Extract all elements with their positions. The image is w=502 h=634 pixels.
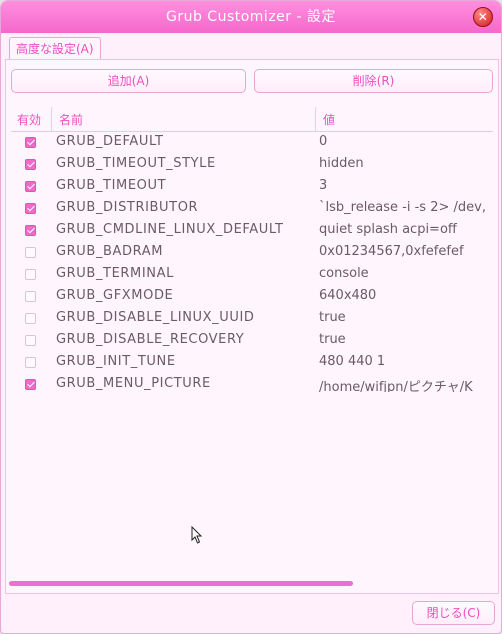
close-button[interactable]: 閉じる(C) — [412, 601, 495, 625]
setting-name: GRUB_DEFAULT — [56, 134, 164, 149]
setting-name: GRUB_DISABLE_RECOVERY — [56, 332, 245, 347]
table-row[interactable]: GRUB_GFXMODE 640x480 — [11, 286, 493, 308]
setting-name: GRUB_MENU_PICTURE — [56, 376, 211, 391]
table-row[interactable]: GRUB_INIT_TUNE 480 440 1 — [11, 352, 493, 374]
enabled-checkbox[interactable] — [25, 379, 36, 390]
table-row[interactable]: GRUB_TIMEOUT 3 — [11, 176, 493, 198]
enabled-checkbox[interactable] — [25, 357, 36, 368]
add-button[interactable]: 追加(A) — [11, 69, 246, 93]
window-title: Grub Customizer - 設定 — [165, 9, 336, 25]
column-header-name[interactable]: 名前 — [59, 111, 83, 128]
setting-name: GRUB_DISTRIBUTOR — [56, 200, 199, 215]
setting-name: GRUB_INIT_TUNE — [56, 354, 176, 369]
enabled-checkbox[interactable] — [25, 247, 36, 258]
title-bar[interactable]: Grub Customizer - 設定 ✕ — [1, 1, 501, 33]
setting-value[interactable]: /home/wifjpn/ピクチャ/K — [319, 376, 493, 392]
table-row[interactable]: GRUB_CMDLINE_LINUX_DEFAULT quiet splash … — [11, 220, 493, 242]
table-header: 有効 名前 値 — [11, 107, 493, 132]
enabled-checkbox[interactable] — [25, 225, 36, 236]
column-separator[interactable] — [51, 107, 52, 131]
table-row[interactable]: GRUB_DISABLE_LINUX_UUID true — [11, 308, 493, 330]
table-row[interactable]: GRUB_TIMEOUT_STYLE hidden — [11, 154, 493, 176]
horizontal-scrollbar[interactable] — [9, 581, 353, 586]
table-row[interactable]: GRUB_DEFAULT 0 — [11, 132, 493, 154]
settings-window: Grub Customizer - 設定 ✕ 高度な設定(A) 追加(A) 削除… — [0, 0, 502, 634]
tab-advanced-settings[interactable]: 高度な設定(A) — [9, 37, 101, 60]
setting-name: GRUB_TIMEOUT — [56, 178, 167, 193]
enabled-checkbox[interactable] — [25, 137, 36, 148]
setting-value[interactable]: quiet splash acpi=off — [319, 222, 493, 237]
enabled-checkbox[interactable] — [25, 203, 36, 214]
column-separator[interactable] — [315, 107, 316, 131]
enabled-checkbox[interactable] — [25, 335, 36, 346]
setting-name: GRUB_BADRAM — [56, 244, 164, 259]
setting-value[interactable]: 480 440 1 — [319, 354, 493, 369]
delete-button[interactable]: 削除(R) — [254, 69, 493, 93]
enabled-checkbox[interactable] — [25, 313, 36, 324]
table-row[interactable]: GRUB_DISTRIBUTOR `lsb_release -i -s 2> /… — [11, 198, 493, 220]
table-row[interactable]: GRUB_TERMINAL console — [11, 264, 493, 286]
enabled-checkbox[interactable] — [25, 269, 36, 280]
setting-value[interactable]: `lsb_release -i -s 2> /dev, — [319, 200, 493, 215]
setting-name: GRUB_TIMEOUT_STYLE — [56, 156, 216, 171]
setting-value[interactable]: 3 — [319, 178, 493, 193]
setting-value[interactable]: 640x480 — [319, 288, 493, 303]
setting-value[interactable]: 0 — [319, 134, 493, 149]
setting-value[interactable]: true — [319, 332, 493, 347]
column-header-enabled[interactable]: 有効 — [17, 111, 41, 128]
setting-name: GRUB_DISABLE_LINUX_UUID — [56, 310, 255, 325]
setting-value[interactable]: true — [319, 310, 493, 325]
enabled-checkbox[interactable] — [25, 159, 36, 170]
mouse-cursor-icon — [191, 526, 203, 544]
setting-value[interactable]: console — [319, 266, 493, 281]
setting-value[interactable]: hidden — [319, 156, 493, 171]
settings-table: GRUB_DEFAULT 0 GRUB_TIMEOUT_STYLE hidden… — [11, 132, 493, 392]
close-icon[interactable]: ✕ — [473, 7, 493, 27]
setting-value[interactable]: 0x01234567,0xfefefef — [319, 244, 493, 259]
setting-name: GRUB_CMDLINE_LINUX_DEFAULT — [56, 222, 284, 237]
setting-name: GRUB_GFXMODE — [56, 288, 174, 303]
setting-name: GRUB_TERMINAL — [56, 266, 174, 281]
column-header-value[interactable]: 値 — [323, 111, 335, 128]
table-row[interactable]: GRUB_BADRAM 0x01234567,0xfefefef — [11, 242, 493, 264]
enabled-checkbox[interactable] — [25, 291, 36, 302]
table-row[interactable]: GRUB_MENU_PICTURE /home/wifjpn/ピクチャ/K — [11, 374, 493, 392]
table-row[interactable]: GRUB_DISABLE_RECOVERY true — [11, 330, 493, 352]
enabled-checkbox[interactable] — [25, 181, 36, 192]
